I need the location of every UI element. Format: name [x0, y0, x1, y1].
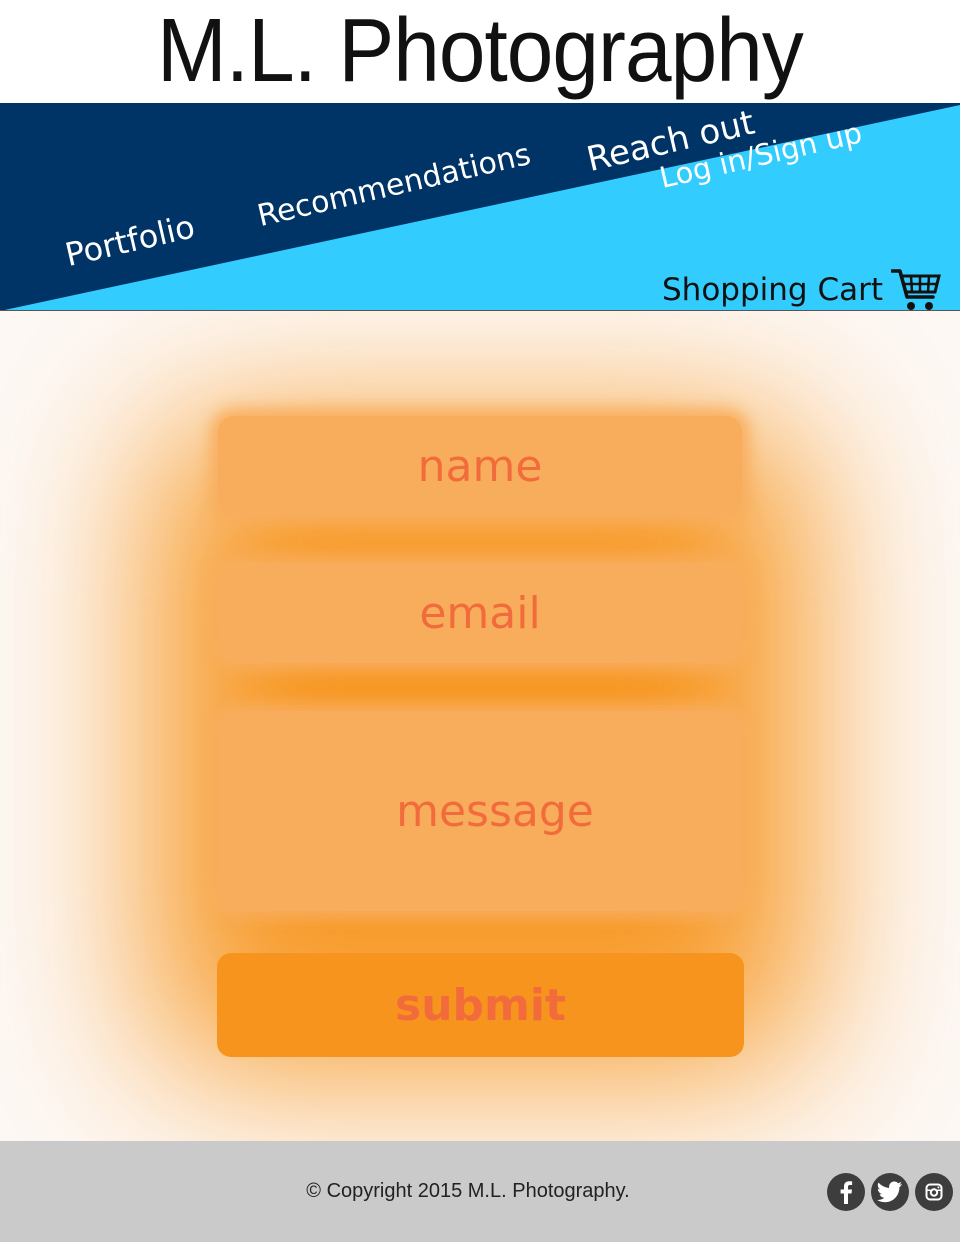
shopping-cart-icon [890, 267, 941, 311]
contact-section: name email message submit [0, 311, 960, 1141]
instagram-icon[interactable] [915, 1173, 953, 1211]
copyright-text: © Copyright 2015 M.L. Photography. [306, 1180, 630, 1202]
name-input[interactable]: name [218, 416, 742, 516]
site-footer: © Copyright 2015 M.L. Photography. [0, 1141, 960, 1242]
site-title: M.L. Photography [156, 1, 804, 101]
email-input[interactable]: email [218, 563, 742, 663]
shopping-cart-label: Shopping Cart [662, 272, 883, 308]
facebook-icon[interactable] [827, 1173, 865, 1211]
site-header: M.L. Photography [0, 0, 960, 103]
submit-button[interactable]: submit [217, 953, 744, 1057]
shopping-cart-link[interactable]: Shopping Cart [662, 267, 941, 311]
nav-banner: Portfolio Recommendations Reach out Log … [0, 103, 960, 311]
twitter-icon[interactable] [871, 1173, 909, 1211]
message-textarea[interactable]: message [218, 711, 742, 911]
